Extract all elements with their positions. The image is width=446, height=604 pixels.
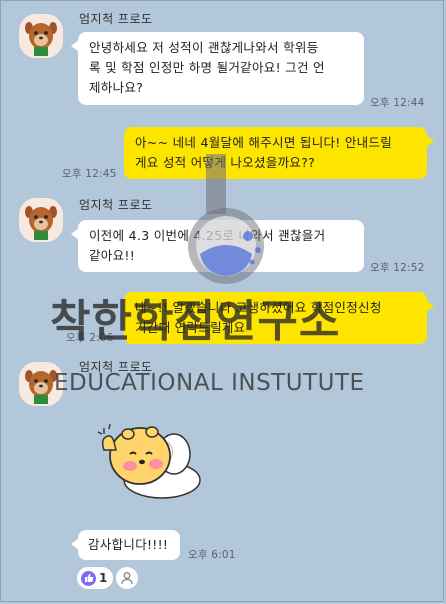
frodo-avatar-icon bbox=[19, 198, 63, 242]
message-time: 오후 6:01 bbox=[188, 549, 236, 561]
message-time: 오후 12:44 bbox=[370, 97, 425, 109]
add-reaction-button[interactable] bbox=[116, 567, 138, 589]
choonsik-sticker[interactable] bbox=[92, 410, 204, 502]
message-bubble[interactable]: 감사합니다!!!! bbox=[71, 530, 180, 560]
message-text: 게요 성적 어떻게 나오셨을까요?? bbox=[135, 155, 316, 170]
message-bubble[interactable]: 안녕하세요 저 성적이 괜찮게나와서 학위등 록 및 학점 인정만 하명 될거같… bbox=[71, 32, 364, 105]
message-time: 오후 12:45 bbox=[62, 168, 117, 180]
message-time: 오후 12:52 bbox=[370, 262, 425, 274]
my-message-bubble[interactable]: 아~~ 네네 4월달에 해주시면 됩니다! 안내드릴 게요 성적 어떻게 나오셨… bbox=[124, 127, 434, 179]
like-count: 1 bbox=[99, 571, 108, 585]
message-text: 감사합니다!!!! bbox=[88, 537, 169, 552]
like-reaction[interactable]: 1 bbox=[77, 567, 114, 589]
message-text: 이전에 4.3 이번에 4.25로 나와서 괜찮을거 bbox=[89, 228, 326, 243]
thumbs-up-icon bbox=[81, 570, 96, 586]
sticker-image bbox=[97, 423, 201, 499]
message-text: 록 및 학점 인정만 하명 될거같아요! 그건 언 bbox=[89, 60, 325, 75]
frodo-avatar-icon bbox=[19, 14, 63, 58]
sender-name: 엄지척 프로도 bbox=[79, 12, 153, 26]
watermark-subtitle: EDUCATIONAL INSTUTUTE bbox=[54, 370, 365, 396]
sender-avatar[interactable] bbox=[19, 198, 63, 242]
watermark-title: 착한학점연구소 bbox=[50, 296, 341, 347]
message-text: 안녕하세요 저 성적이 괜찮게나와서 학위등 bbox=[89, 40, 319, 55]
person-icon bbox=[121, 572, 133, 585]
message-text: 아~~ 네네 4월달에 해주시면 됩니다! 안내드릴 bbox=[135, 135, 393, 150]
message-text: 제하나요? bbox=[89, 80, 144, 95]
sender-avatar[interactable] bbox=[19, 14, 63, 58]
sender-name: 엄지척 프로도 bbox=[79, 198, 153, 212]
message-text: 같아요!! bbox=[89, 248, 136, 263]
message-bubble[interactable]: 이전에 4.3 이번에 4.25로 나와서 괜찮을거 같아요!! bbox=[71, 220, 364, 272]
